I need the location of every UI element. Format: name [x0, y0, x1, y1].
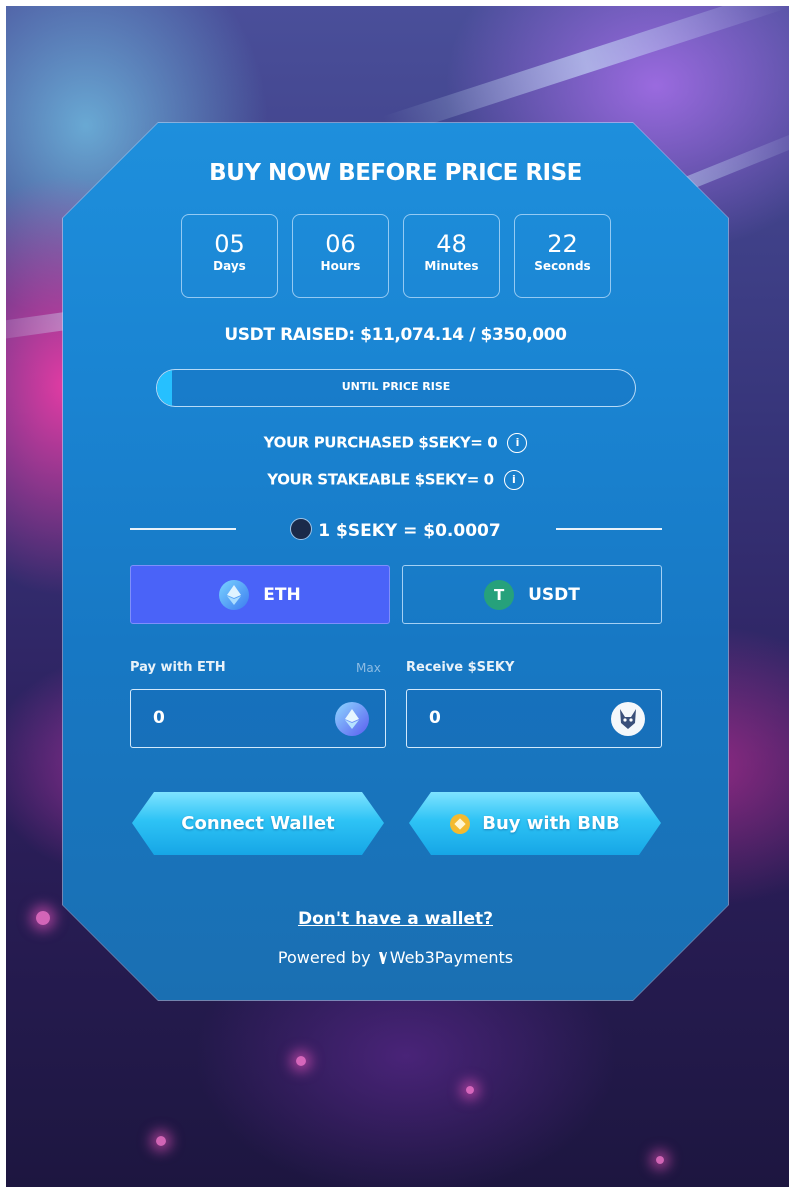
info-icon[interactable]: i — [503, 470, 524, 490]
seky-logo-icon — [290, 518, 313, 540]
buy-bnb-label: Buy with BNB — [482, 813, 620, 834]
pay-input[interactable] — [151, 707, 315, 729]
stakeable-text: YOUR STAKEABLE $SEKY= 0 — [267, 470, 494, 489]
web3payments-logo-icon — [378, 950, 388, 964]
bokeh-dot — [466, 1086, 474, 1094]
countdown-label: Minutes — [424, 259, 479, 273]
eth-icon — [219, 579, 250, 610]
purchased-text: YOUR PURCHASED $SEKY= 0 — [263, 433, 498, 452]
countdown-value: 48 — [436, 230, 467, 258]
connect-wallet-button[interactable]: Connect Wallet — [132, 792, 384, 855]
countdown-seconds: 22 Seconds — [514, 214, 611, 298]
light-beam — [382, 6, 789, 138]
stakeable-line: YOUR STAKEABLE $SEKY= 0 i — [63, 470, 728, 490]
rate-text: 1 $SEKY = $0.0007 — [318, 521, 501, 541]
countdown-hours: 06 Hours — [292, 214, 389, 298]
eth-button[interactable]: ETH — [130, 565, 390, 624]
buy-bnb-button[interactable]: Buy with BNB — [409, 792, 661, 855]
widget-title: BUY NOW BEFORE PRICE RISE — [209, 160, 582, 186]
countdown-label: Hours — [320, 259, 361, 273]
bokeh-dot — [296, 1056, 306, 1066]
presale-card — [63, 123, 728, 1000]
usdt-raised: USDT RAISED: $11,074.14 / $350,000 — [224, 325, 567, 345]
eth-button-label: ETH — [263, 584, 301, 605]
pay-label: Pay with ETH — [130, 660, 226, 675]
usdt-symbol: T — [493, 585, 505, 604]
bnb-icon — [450, 813, 471, 834]
progress-label: UNTIL PRICE RISE — [341, 380, 451, 393]
receive-label: Receive $SEKY — [406, 660, 515, 675]
connect-wallet-label: Connect Wallet — [181, 813, 335, 834]
usdt-icon: T — [484, 579, 515, 610]
countdown-value: 05 — [214, 230, 245, 258]
countdown-days: 05 Days — [181, 214, 278, 298]
usdt-button-label: USDT — [528, 584, 580, 605]
eth-icon — [335, 702, 369, 736]
divider-right — [556, 528, 662, 530]
bokeh-dot — [656, 1156, 664, 1164]
powered-by-brand: Web3Payments — [389, 948, 514, 967]
countdown-value: 22 — [547, 230, 578, 258]
powered-by: Powered by Web3Payments — [63, 948, 728, 967]
countdown-value: 06 — [325, 230, 356, 258]
countdown-label: Seconds — [534, 259, 591, 273]
powered-by-prefix: Powered by — [277, 948, 371, 967]
pay-field[interactable] — [130, 689, 386, 748]
receive-field[interactable] — [406, 689, 662, 748]
purchased-line: YOUR PURCHASED $SEKY= 0 i — [63, 433, 728, 453]
bokeh-dot — [156, 1136, 166, 1146]
seky-logo-icon — [611, 702, 645, 736]
countdown-label: Days — [213, 259, 246, 273]
usdt-button[interactable]: T USDT — [402, 565, 662, 624]
countdown-minutes: 48 Minutes — [403, 214, 500, 298]
max-button[interactable]: Max — [356, 661, 381, 675]
progress-bar: UNTIL PRICE RISE — [156, 369, 636, 407]
info-icon[interactable]: i — [507, 433, 528, 453]
bokeh-dot — [36, 911, 50, 925]
no-wallet-link[interactable]: Don't have a wallet? — [63, 909, 728, 929]
receive-input[interactable] — [427, 707, 591, 729]
